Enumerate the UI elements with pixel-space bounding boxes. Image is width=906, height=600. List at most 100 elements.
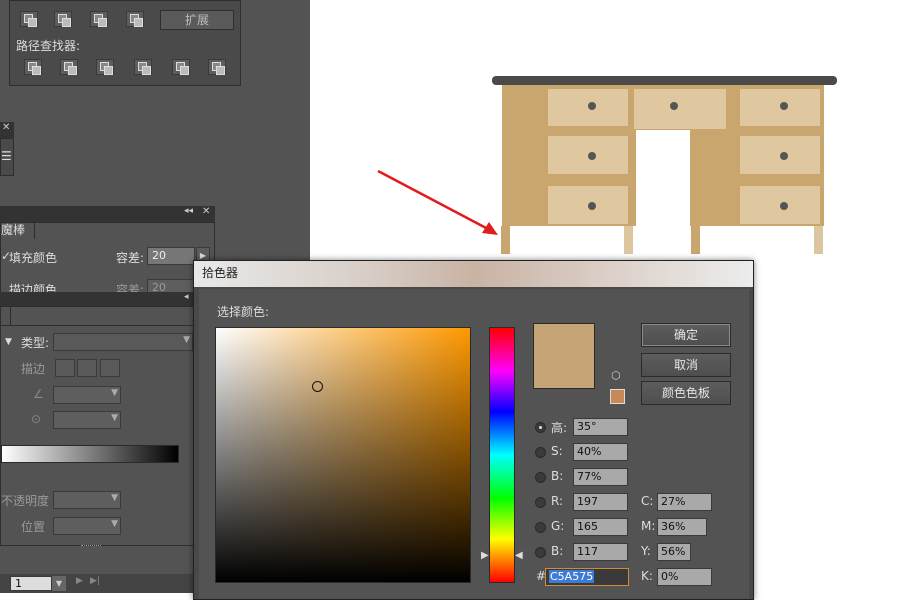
tolerance-label: 容差: [116, 251, 145, 265]
saturation-input[interactable]: 40% [573, 443, 628, 461]
green-radio[interactable] [535, 522, 546, 533]
drawer-knob [670, 102, 678, 110]
brightness-radio[interactable] [535, 472, 546, 483]
stroke-within-icon[interactable] [55, 359, 75, 377]
dialog-title[interactable]: 拾色器 [194, 261, 753, 287]
outline-icon[interactable] [172, 59, 190, 75]
intersect-icon[interactable] [90, 11, 108, 27]
last-page-icon[interactable]: ▶| [90, 576, 100, 586]
pathfinder-panel: 扩展 路径查找器: [9, 0, 241, 86]
hue-input[interactable]: 35° [573, 418, 628, 436]
out-of-web-gamut-icon[interactable]: ⬡ [611, 369, 621, 382]
drawer-knob [780, 152, 788, 160]
gradient-panel: ▼ 类型: 描边 ∠ ⊙ 不透明度 位置 [0, 306, 196, 547]
cyan-input[interactable]: 27% [657, 493, 712, 511]
opacity-select[interactable] [53, 491, 121, 509]
color-picker-dialog: 拾色器 选择颜色: ▶ ◀ ⬡ 确定 取消 颜色色板 高: 35° S: 40%… [193, 260, 754, 600]
status-bar: 1 ▼ ▶ ▶| [0, 574, 195, 593]
unite-icon[interactable] [20, 11, 38, 27]
drawer [634, 89, 726, 129]
drawer-knob [588, 202, 596, 210]
exclude-icon[interactable] [126, 11, 144, 27]
hue-slider[interactable] [489, 327, 515, 583]
cancel-button[interactable]: 取消 [641, 353, 731, 377]
tolerance-input[interactable]: 20 [147, 247, 195, 265]
drawer-knob [588, 102, 596, 110]
red-radio[interactable] [535, 497, 546, 508]
cyan-label: C: [641, 494, 654, 508]
hex-input[interactable]: C5A575 [545, 568, 629, 586]
type-select[interactable] [53, 333, 193, 351]
saturation-radio[interactable] [535, 447, 546, 458]
drawer-knob [780, 202, 788, 210]
position-label: 位置 [21, 520, 46, 534]
hue-slider-right-arrow-icon[interactable]: ◀ [515, 550, 523, 561]
expand-button[interactable]: 扩展 [160, 10, 234, 30]
tab-magic-wand[interactable]: 魔棒 [1, 223, 35, 239]
aspect-ratio-icon: ⊙ [31, 412, 42, 426]
drawer-knob [780, 102, 788, 110]
collapsed-panel[interactable]: ☰ [0, 138, 14, 176]
color-preview-swatch [533, 323, 595, 389]
desk-top [492, 76, 837, 85]
desk-leg [691, 226, 700, 254]
gradient-slider[interactable] [1, 445, 179, 463]
drawer [740, 186, 820, 224]
color-swatches-button[interactable]: 颜色色板 [641, 381, 731, 405]
color-cursor[interactable] [312, 381, 323, 392]
drawer [548, 136, 628, 174]
drawer-knob [588, 152, 596, 160]
drawer [548, 89, 628, 126]
merge-icon[interactable] [96, 59, 114, 75]
divider [1, 325, 196, 326]
angle-select[interactable] [53, 386, 121, 404]
hue-radio[interactable] [535, 422, 546, 433]
web-safe-color-swatch[interactable] [610, 389, 625, 404]
annotation-arrow-icon [377, 169, 498, 235]
magic-wand-panel-header: ◂◂ ✕ [0, 206, 215, 222]
blue-input[interactable]: 117 [573, 543, 628, 561]
menu-icon[interactable]: ☰ [1, 149, 12, 163]
dialog-body: 选择颜色: ▶ ◀ ⬡ 确定 取消 颜色色板 高: 35° S: 40% B: … [199, 289, 749, 599]
hue-slider-left-arrow-icon[interactable]: ▶ [481, 550, 489, 561]
ok-button[interactable]: 确定 [641, 323, 731, 347]
close-icon[interactable]: ✕ [2, 122, 10, 133]
opacity-label: 不透明度 [1, 494, 50, 508]
stroke-label: 描边 [21, 362, 46, 376]
red-input[interactable]: 197 [573, 493, 628, 511]
hue-label: 高: [551, 421, 568, 435]
crop-icon[interactable] [134, 59, 152, 75]
yellow-input[interactable]: 56% [657, 543, 691, 561]
drawer [740, 136, 820, 174]
aspect-ratio-select[interactable] [53, 411, 121, 429]
fill-color-label: 填充颜色 [9, 251, 58, 265]
black-label: K: [641, 569, 653, 583]
magenta-input[interactable]: 36% [657, 518, 707, 536]
trim-icon[interactable] [60, 59, 78, 75]
black-input[interactable]: 0% [657, 568, 712, 586]
collapse-icon[interactable]: ◂◂ [184, 206, 193, 216]
green-label: G: [551, 519, 565, 533]
collapse-icon[interactable]: ◂ [184, 292, 189, 302]
stroke-across-icon[interactable] [100, 359, 120, 377]
close-icon[interactable]: ✕ [202, 206, 210, 217]
position-select[interactable] [53, 517, 121, 535]
drawer [548, 186, 628, 224]
stroke-along-icon[interactable] [77, 359, 97, 377]
divide-icon[interactable] [24, 59, 42, 75]
minus-back-icon[interactable] [208, 59, 226, 75]
blue-radio[interactable] [535, 547, 546, 558]
page-dropdown-icon[interactable]: ▼ [52, 576, 66, 591]
select-color-label: 选择颜色: [217, 305, 270, 319]
next-page-icon[interactable]: ▶ [76, 576, 83, 586]
gradient-tab[interactable] [1, 307, 11, 325]
minus-front-icon[interactable] [54, 11, 72, 27]
color-field[interactable] [215, 327, 471, 583]
resize-grip[interactable] [81, 545, 101, 547]
collapsed-panel-header: ✕ [0, 122, 14, 138]
dropdown-arrow-icon[interactable]: ▼ [5, 337, 12, 347]
hex-value-selected: C5A575 [549, 570, 595, 583]
brightness-input[interactable]: 77% [573, 468, 628, 486]
page-number-input[interactable]: 1 [10, 576, 52, 591]
green-input[interactable]: 165 [573, 518, 628, 536]
